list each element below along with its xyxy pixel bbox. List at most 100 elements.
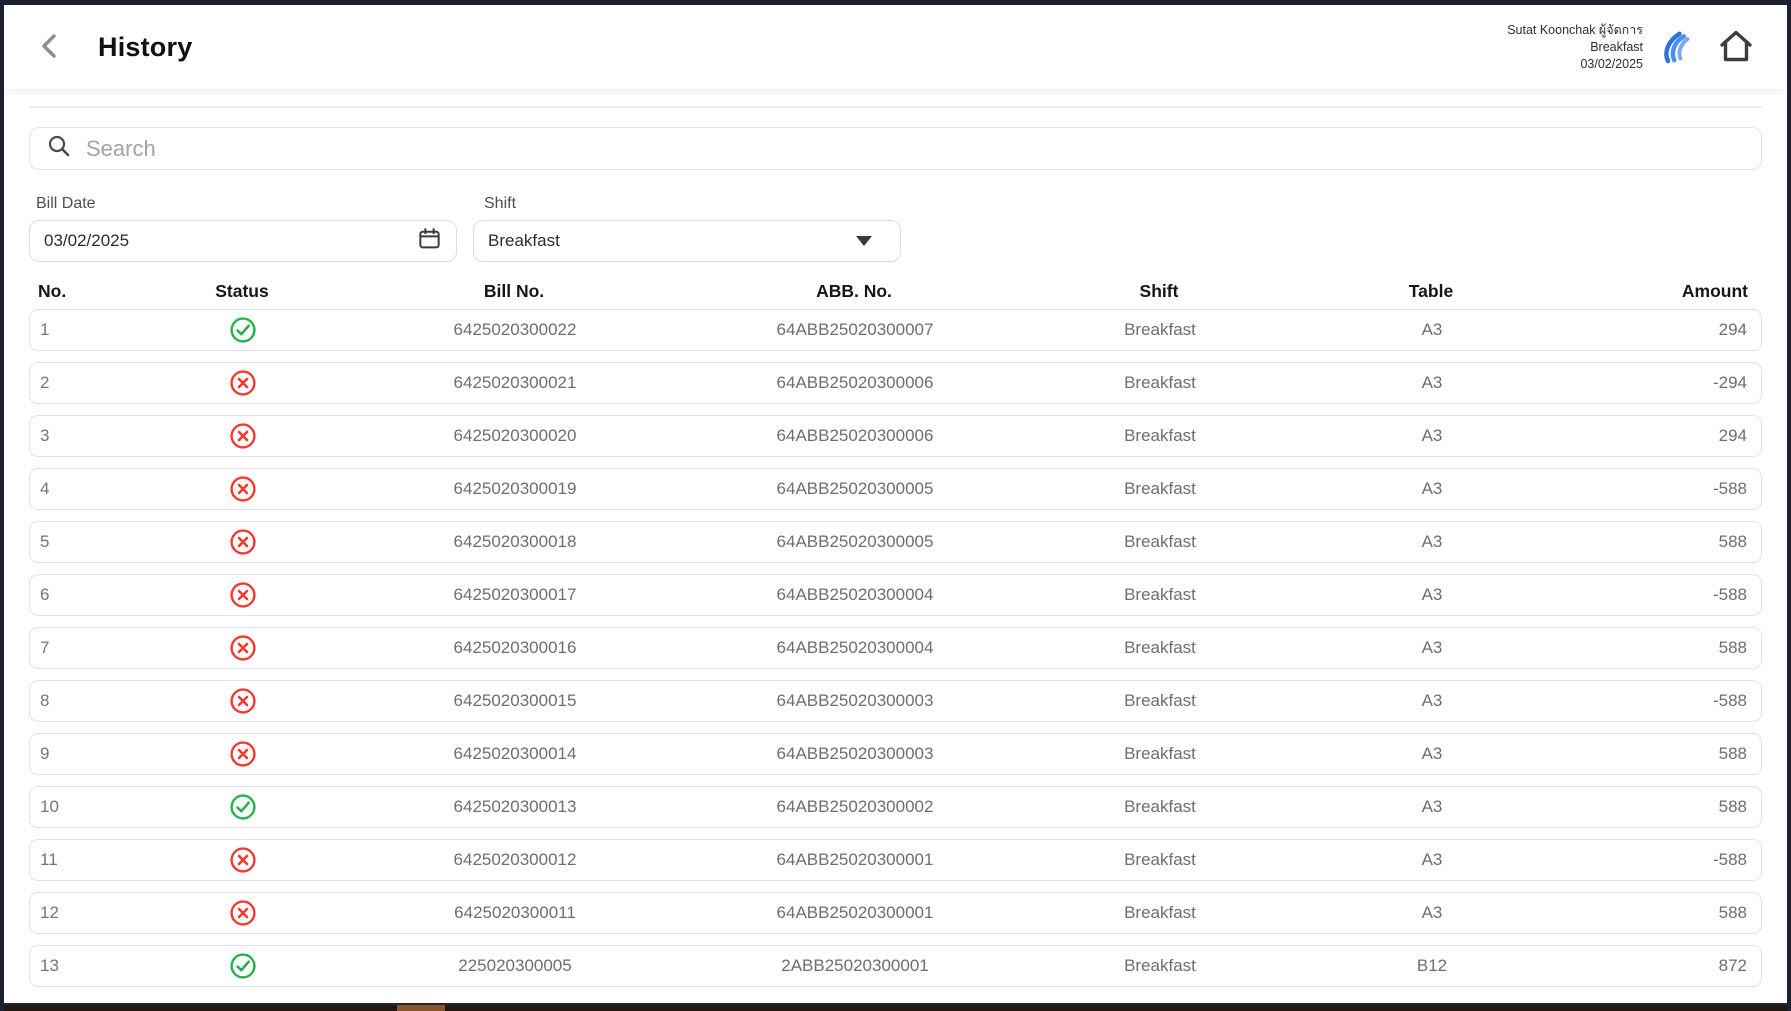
- home-button[interactable]: [1715, 26, 1757, 69]
- amount-cell: 588: [1560, 797, 1761, 817]
- table-cell: B12: [1304, 956, 1560, 976]
- table-row[interactable]: 13 225020300005 2ABB25020300001 Brea: [29, 945, 1762, 987]
- col-header-no: No.: [29, 281, 149, 302]
- bill-no-cell: 6425020300011: [336, 903, 694, 923]
- row-number: 5: [30, 532, 150, 552]
- bill-no-cell: 225020300005: [336, 956, 694, 976]
- table-row[interactable]: 1 6425020300022 64ABB25020300007 Bre: [29, 309, 1762, 351]
- amount-cell: -588: [1560, 850, 1761, 870]
- back-button[interactable]: [30, 27, 70, 67]
- success-check-icon: [229, 952, 257, 980]
- bottom-system-bar: [4, 1003, 1787, 1011]
- table-row[interactable]: 8 6425020300015 64ABB25020300003 Bre: [29, 680, 1762, 722]
- chevron-left-icon: [35, 31, 65, 64]
- amount-cell: 588: [1560, 903, 1761, 923]
- void-x-icon: [229, 475, 257, 503]
- row-number: 2: [30, 373, 150, 393]
- user-date: 03/02/2025: [1507, 56, 1643, 73]
- void-x-icon: [229, 899, 257, 927]
- success-check-icon: [229, 316, 257, 344]
- table-row[interactable]: 5 6425020300018 64ABB25020300005 Bre: [29, 521, 1762, 563]
- void-x-icon: [229, 528, 257, 556]
- void-x-icon: [229, 634, 257, 662]
- col-header-amount: Amount: [1559, 281, 1762, 302]
- row-number: 3: [30, 426, 150, 446]
- amount-cell: 588: [1560, 532, 1761, 552]
- amount-cell: 588: [1560, 638, 1761, 658]
- shift-dropdown[interactable]: Breakfast: [473, 220, 901, 262]
- void-x-icon: [229, 581, 257, 609]
- bill-no-cell: 6425020300016: [336, 638, 694, 658]
- status-cell: [150, 528, 336, 556]
- col-header-table: Table: [1303, 281, 1559, 302]
- amount-cell: 588: [1560, 744, 1761, 764]
- shift-value: Breakfast: [488, 231, 856, 251]
- status-cell: [150, 422, 336, 450]
- row-number: 13: [30, 956, 150, 976]
- calendar-icon: [417, 226, 442, 256]
- home-icon: [1715, 26, 1757, 69]
- status-cell: [150, 740, 336, 768]
- table-row[interactable]: 7 6425020300016 64ABB25020300004 Bre: [29, 627, 1762, 669]
- search-input[interactable]: [86, 136, 1745, 162]
- abb-no-cell: 64ABB25020300005: [694, 479, 1016, 499]
- amount-cell: -588: [1560, 479, 1761, 499]
- table-cell: A3: [1304, 691, 1560, 711]
- status-cell: [150, 316, 336, 344]
- abb-no-cell: 64ABB25020300004: [694, 638, 1016, 658]
- table-row[interactable]: 10 6425020300013 64ABB25020300002 Br: [29, 786, 1762, 828]
- amount-cell: 294: [1560, 320, 1761, 340]
- bill-no-cell: 6425020300018: [336, 532, 694, 552]
- shift-cell: Breakfast: [1016, 532, 1304, 552]
- table-cell: A3: [1304, 479, 1560, 499]
- success-check-icon: [229, 793, 257, 821]
- row-number: 10: [30, 797, 150, 817]
- table-cell: A3: [1304, 903, 1560, 923]
- table-cell: A3: [1304, 638, 1560, 658]
- table-row[interactable]: 9 6425020300014 64ABB25020300003 Bre: [29, 733, 1762, 775]
- bill-date-value: 03/02/2025: [44, 231, 417, 251]
- abb-no-cell: 64ABB25020300003: [694, 744, 1016, 764]
- bill-date-field[interactable]: 03/02/2025: [29, 220, 457, 262]
- table-row[interactable]: 12 6425020300011 64ABB25020300001 Br: [29, 892, 1762, 934]
- void-x-icon: [229, 687, 257, 715]
- table-row[interactable]: 11 6425020300012 64ABB25020300001 Br: [29, 839, 1762, 881]
- status-cell: [150, 793, 336, 821]
- header-divider: [29, 106, 1762, 108]
- shift-cell: Breakfast: [1016, 691, 1304, 711]
- bill-date-label: Bill Date: [29, 195, 457, 213]
- bill-no-cell: 6425020300020: [336, 426, 694, 446]
- table-row[interactable]: 4 6425020300019 64ABB25020300005 Bre: [29, 468, 1762, 510]
- status-cell: [150, 475, 336, 503]
- shift-label: Shift: [473, 195, 901, 213]
- status-cell: [150, 952, 336, 980]
- shift-cell: Breakfast: [1016, 320, 1304, 340]
- row-number: 1: [30, 320, 150, 340]
- amount-cell: 872: [1560, 956, 1761, 976]
- amount-cell: 294: [1560, 426, 1761, 446]
- table-row[interactable]: 6 6425020300017 64ABB25020300004 Bre: [29, 574, 1762, 616]
- user-info: Sutat Koonchak ผู้จัดการ Breakfast 03/02…: [1507, 22, 1643, 73]
- row-number: 6: [30, 585, 150, 605]
- abb-no-cell: 64ABB25020300005: [694, 532, 1016, 552]
- abb-no-cell: 64ABB25020300001: [694, 903, 1016, 923]
- void-x-icon: [229, 740, 257, 768]
- bill-no-cell: 6425020300021: [336, 373, 694, 393]
- shift-cell: Breakfast: [1016, 744, 1304, 764]
- amount-cell: -588: [1560, 585, 1761, 605]
- table-row[interactable]: 3 6425020300020 64ABB25020300006 Bre: [29, 415, 1762, 457]
- table-cell: A3: [1304, 850, 1560, 870]
- table-row[interactable]: 2 6425020300021 64ABB25020300006 Bre: [29, 362, 1762, 404]
- table-cell: A3: [1304, 532, 1560, 552]
- table-body: 1 6425020300022 64ABB25020300007 Bre: [29, 309, 1762, 987]
- table-cell: A3: [1304, 426, 1560, 446]
- shift-cell: Breakfast: [1016, 585, 1304, 605]
- col-header-shift: Shift: [1015, 281, 1303, 302]
- status-cell: [150, 846, 336, 874]
- abb-no-cell: 64ABB25020300002: [694, 797, 1016, 817]
- search-box[interactable]: [29, 127, 1762, 170]
- user-name: Sutat Koonchak ผู้จัดการ: [1507, 22, 1643, 39]
- col-header-status: Status: [149, 281, 335, 302]
- row-number: 4: [30, 479, 150, 499]
- status-cell: [150, 581, 336, 609]
